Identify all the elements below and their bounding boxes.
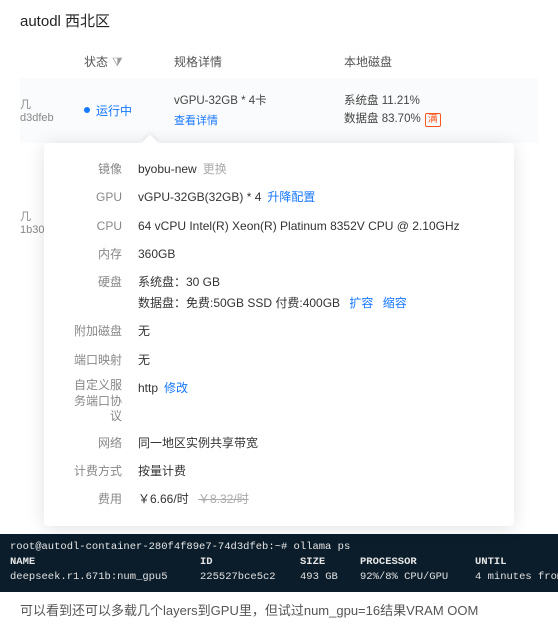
table-header: 状态⧩ 规格详情 本地磁盘 [20, 45, 538, 78]
caption-text: 可以看到还可以多载几个layers到GPU里，但试过num_gpu=16结果VR… [0, 592, 558, 631]
disk-sys-value: 系统盘：30 GB [138, 272, 492, 292]
filter-icon[interactable]: ⧩ [112, 55, 123, 69]
disk-data-value: 数据盘：免费:50GB SSD 付费:400GB [138, 296, 340, 310]
fee-value: ￥6.66/时 [138, 492, 189, 506]
disk-data: 数据盘 83.70% [344, 110, 421, 128]
modify-proto-link[interactable]: 修改 [164, 381, 188, 395]
resize-gpu-link[interactable]: 升降配置 [267, 190, 315, 204]
row-id-fragment: 几 d3dfeb [20, 96, 54, 124]
change-image-link[interactable]: 更换 [203, 162, 227, 176]
net-value: 同一地区实例共享带宽 [138, 433, 492, 453]
disk-sys: 系统盘 11.21% [344, 92, 538, 110]
status-text: 运行中 [96, 102, 132, 119]
spec-detail-link[interactable]: 查看详情 [174, 112, 218, 128]
row2-id-fragment: 几 1b30 [0, 208, 44, 236]
extra-disk-value: 无 [138, 321, 492, 341]
spec-popover: 镜像 byobu-new更换 GPU vGPU-32GB(32GB) * 4升降… [44, 143, 514, 526]
col-disk: 本地磁盘 [344, 53, 538, 70]
col-spec: 规格详情 [174, 53, 344, 70]
port-map-value: 无 [138, 350, 492, 370]
shrink-disk-link[interactable]: 缩容 [383, 296, 407, 310]
billing-value: 按量计费 [138, 461, 492, 481]
spec-text: vGPU-32GB * 4卡 [174, 92, 344, 108]
disk-full-badge: 满 [425, 113, 441, 127]
region-title: autodl 西北区 [20, 10, 538, 31]
fee-original: ￥8.32/时 [198, 492, 249, 506]
terminal-output: root@autodl-container-280f4f89e7-74d3dfe… [0, 534, 558, 592]
expand-disk-link[interactable]: 扩容 [349, 296, 373, 310]
col-status[interactable]: 状态⧩ [54, 53, 174, 70]
instance-row[interactable]: 几 d3dfeb 运行中 vGPU-32GB * 4卡 查看详情 系统盘 11.… [20, 78, 538, 143]
mem-value: 360GB [138, 244, 492, 264]
cpu-value: 64 vCPU Intel(R) Xeon(R) Platinum 8352V … [138, 216, 492, 236]
status-dot-icon [84, 107, 90, 113]
